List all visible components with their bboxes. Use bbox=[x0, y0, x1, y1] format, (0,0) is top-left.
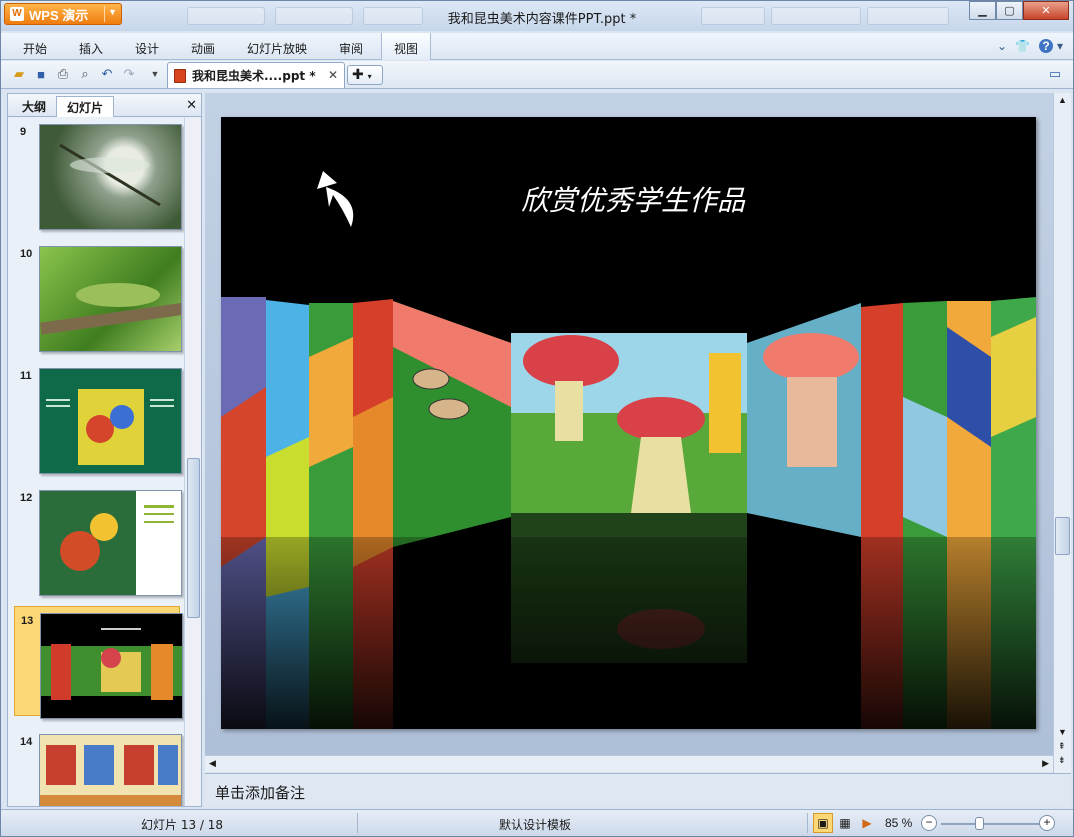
slide-thumbnail-image bbox=[40, 613, 183, 719]
slide-thumbnail-image bbox=[39, 368, 182, 474]
slide-indicator: 幻灯片 13 / 18 bbox=[141, 818, 224, 832]
scroll-up-icon[interactable]: ▲ bbox=[1058, 95, 1067, 105]
zoom-level: 85 % bbox=[885, 816, 913, 830]
chevron-down-icon[interactable]: ⌄ bbox=[997, 39, 1007, 53]
slide-sorter-icon[interactable]: ▦ bbox=[835, 813, 855, 833]
background-window-tab bbox=[867, 7, 949, 25]
template-name: 默认设计模板 bbox=[499, 818, 572, 832]
scroll-down-icon[interactable]: ▼ bbox=[1058, 727, 1067, 737]
thumbnail-scrollbar[interactable] bbox=[184, 118, 201, 806]
scroll-left-icon[interactable]: ◀ bbox=[209, 758, 216, 769]
quick-toolbar: ▰ ■ ⎙ ⌕ ↶ ↷ ▼ 我和昆虫美术....ppt * ✕ ✚ ▾ ▭ bbox=[1, 61, 1073, 89]
layout-icon[interactable]: ▭ bbox=[1047, 66, 1063, 82]
thumbnail-list: 9 10 11 12 13 14 bbox=[8, 118, 184, 806]
redo-icon[interactable]: ↷ bbox=[121, 66, 137, 82]
background-window-tab bbox=[771, 7, 861, 25]
zoom-slider-handle[interactable] bbox=[975, 817, 984, 830]
background-window-tab bbox=[187, 7, 265, 25]
slide-panel-tabs: 大纲 幻灯片 ✕ bbox=[8, 94, 201, 117]
slide-thumbnail-image bbox=[39, 734, 182, 806]
slide-number: 10 bbox=[20, 248, 33, 260]
chevron-down-icon: ▾ bbox=[367, 72, 372, 81]
current-slide[interactable]: 欣赏优秀学生作品 bbox=[221, 117, 1036, 729]
wps-app-menu-button[interactable]: W WPS 演示 ▼ bbox=[4, 3, 122, 25]
slide-thumbnail[interactable]: 14 bbox=[14, 728, 182, 806]
close-button[interactable]: ✕ bbox=[1023, 1, 1069, 20]
slide-edit-area: 欣赏优秀学生作品 bbox=[205, 93, 1057, 755]
print-preview-icon[interactable]: ⌕ bbox=[77, 66, 93, 82]
save-icon[interactable]: ■ bbox=[33, 66, 49, 82]
chevron-down-icon: ▼ bbox=[108, 7, 117, 17]
title-bar: W WPS 演示 ▼ 我和昆虫美术内容课件PPT.ppt * ▁ ▢ ✕ bbox=[1, 1, 1073, 31]
slide-thumbnail[interactable]: 10 bbox=[14, 240, 182, 352]
slide-number: 9 bbox=[20, 126, 27, 138]
menu-start[interactable]: 开始 bbox=[23, 40, 47, 57]
slide-thumbnail[interactable]: 12 bbox=[14, 484, 182, 596]
slide-title[interactable]: 欣赏优秀学生作品 bbox=[521, 179, 745, 219]
open-folder-icon[interactable]: ▰ bbox=[11, 66, 27, 82]
window-title: 我和昆虫美术内容课件PPT.ppt * bbox=[447, 12, 637, 27]
slide-thumbnail-image bbox=[39, 490, 182, 596]
customize-toolbar-icon[interactable]: ▼ bbox=[147, 66, 163, 82]
app-name: WPS 演示 bbox=[29, 7, 89, 23]
slide-number: 14 bbox=[20, 736, 33, 748]
slideshow-icon[interactable]: ▶ bbox=[857, 813, 877, 833]
menu-review[interactable]: 审阅 bbox=[339, 40, 363, 57]
wps-logo-icon: W bbox=[10, 7, 24, 21]
slide-thumbnail[interactable]: 9 bbox=[14, 118, 182, 230]
wps-window: W WPS 演示 ▼ 我和昆虫美术内容课件PPT.ppt * ▁ ▢ ✕ 开始 … bbox=[0, 0, 1074, 837]
maximize-button[interactable]: ▢ bbox=[996, 1, 1023, 20]
menu-view[interactable]: 视图 bbox=[381, 33, 432, 60]
zoom-in-icon[interactable]: + bbox=[1039, 815, 1055, 831]
ppt-file-icon bbox=[174, 68, 186, 83]
next-slide-icon[interactable]: ⇟ bbox=[1058, 755, 1066, 766]
undo-icon[interactable]: ↶ bbox=[99, 66, 115, 82]
slide-number: 12 bbox=[20, 492, 33, 504]
status-bar: 幻灯片 13 / 18 默认设计模板 ▣ ▦ ▶ 85 % − + bbox=[1, 809, 1073, 836]
minimize-button[interactable]: ▁ bbox=[969, 1, 996, 20]
slide-thumbnail-selected[interactable]: 13 bbox=[14, 606, 183, 719]
zoom-slider[interactable] bbox=[941, 823, 1039, 825]
notes-placeholder: 单击添加备注 bbox=[215, 784, 306, 802]
menu-slideshow[interactable]: 幻灯片放映 bbox=[247, 40, 307, 57]
menu-bar: 开始 插入 设计 动画 幻灯片放映 审阅 视图 ⌄ 👕 ? ▾ bbox=[1, 33, 1073, 60]
horizontal-scrollbar[interactable]: ◀ ▶ bbox=[205, 755, 1053, 772]
normal-view-icon[interactable]: ▣ bbox=[813, 813, 833, 833]
background-window-tab bbox=[275, 7, 353, 25]
background-window-tab bbox=[701, 7, 765, 25]
slide-number: 11 bbox=[20, 370, 32, 382]
menu-design[interactable]: 设计 bbox=[135, 40, 159, 57]
slide-thumbnail-image bbox=[39, 124, 182, 230]
tab-outline[interactable]: 大纲 bbox=[12, 96, 56, 117]
slide-panel: 大纲 幻灯片 ✕ 9 10 11 12 13 14 bbox=[7, 93, 202, 807]
slide-thumbnail[interactable]: 11 bbox=[14, 362, 182, 474]
chevron-down-icon[interactable]: ▾ bbox=[1057, 39, 1063, 53]
previous-slide-icon[interactable]: ⇞ bbox=[1058, 741, 1066, 752]
print-icon[interactable]: ⎙ bbox=[55, 66, 71, 82]
notes-pane[interactable]: 单击添加备注 bbox=[205, 773, 1071, 807]
skin-icon[interactable]: 👕 bbox=[1015, 39, 1030, 53]
menu-animation[interactable]: 动画 bbox=[191, 40, 215, 57]
window-controls: ▁ ▢ ✕ bbox=[969, 1, 1069, 20]
slide-thumbnail-image bbox=[39, 246, 182, 352]
document-tab[interactable]: 我和昆虫美术....ppt * ✕ bbox=[167, 62, 345, 88]
document-tab-label: 我和昆虫美术....ppt * bbox=[192, 69, 316, 83]
new-document-button[interactable]: ✚ ▾ bbox=[347, 65, 383, 85]
help-icon[interactable]: ? bbox=[1039, 39, 1053, 53]
tab-slides[interactable]: 幻灯片 bbox=[56, 96, 115, 117]
slide-number: 13 bbox=[21, 615, 34, 627]
scroll-right-icon[interactable]: ▶ bbox=[1042, 758, 1049, 769]
zoom-out-icon[interactable]: − bbox=[921, 815, 937, 831]
menu-insert[interactable]: 插入 bbox=[79, 40, 103, 57]
vertical-scrollbar[interactable]: ▲ ▼ ⇞ ⇟ bbox=[1053, 93, 1071, 773]
close-icon[interactable]: ✕ bbox=[328, 68, 338, 82]
close-icon[interactable]: ✕ bbox=[186, 97, 197, 113]
